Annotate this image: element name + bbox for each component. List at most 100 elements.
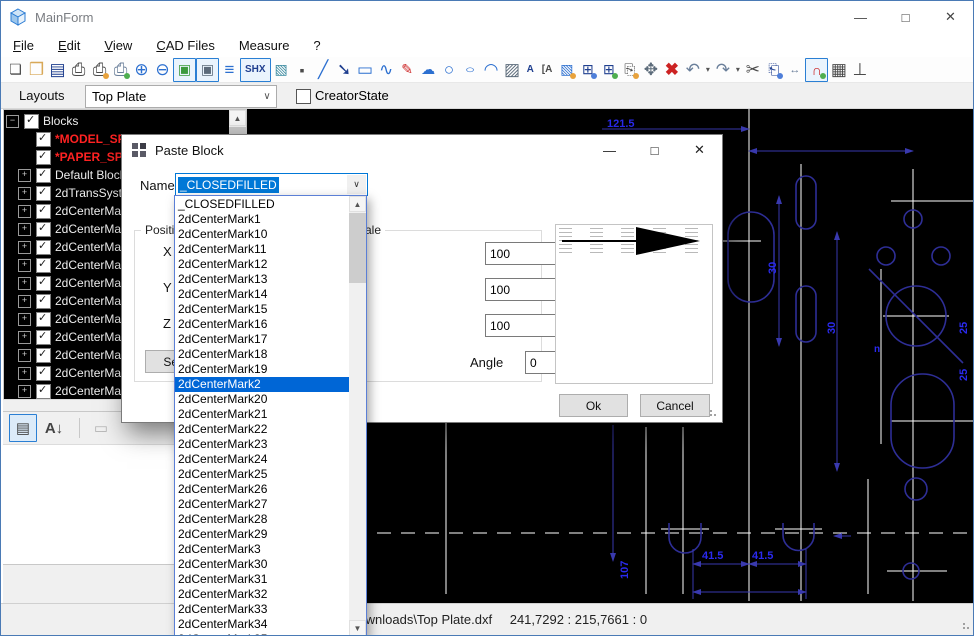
delete-icon[interactable]: ✖ — [661, 59, 682, 81]
polyline-tool-icon[interactable]: ∿ — [376, 59, 397, 81]
rectangle-tool-icon[interactable]: ▭ — [355, 59, 376, 81]
save-icon[interactable]: ▤ — [47, 59, 68, 81]
checkbox-icon[interactable] — [36, 276, 51, 291]
menu-item[interactable]: Edit — [46, 35, 92, 56]
point-style-icon[interactable]: ▪ — [292, 59, 313, 81]
checkbox-icon[interactable] — [36, 204, 51, 219]
circle-tool-icon[interactable]: ○ — [439, 59, 460, 81]
arrow-line-tool-icon[interactable]: ➘ — [334, 59, 355, 81]
expand-icon[interactable]: + — [18, 385, 31, 398]
dropdown-scrollbar[interactable]: ▲ ▼ — [349, 196, 366, 636]
dropdown-item[interactable]: 2dCenterMark14 — [175, 287, 349, 302]
minimize-button[interactable]: — — [838, 1, 883, 33]
ellipse-tool-icon[interactable]: ○ — [460, 63, 481, 77]
resize-grip[interactable] — [962, 622, 972, 632]
dropdown-item[interactable]: 2dCenterMark16 — [175, 317, 349, 332]
dropdown-item[interactable]: 2dCenterMark13 — [175, 272, 349, 287]
checkbox-icon[interactable] — [36, 330, 51, 345]
checkbox-icon[interactable] — [36, 384, 51, 399]
redo-icon[interactable]: ↷ — [712, 59, 733, 81]
dropdown-item[interactable]: _CLOSEDFILLED — [175, 197, 349, 212]
image-settings-icon[interactable]: ▧ — [556, 59, 577, 81]
sketch-tool-icon[interactable]: ✎ — [397, 59, 418, 81]
sort-az-icon[interactable]: A↓ — [37, 415, 71, 441]
open-file-icon[interactable]: ❒ — [26, 59, 47, 81]
image-icon[interactable]: ▧ — [271, 59, 292, 81]
expand-icon[interactable]: + — [18, 367, 31, 380]
checkbox-icon[interactable] — [36, 132, 51, 147]
expand-icon[interactable]: + — [18, 223, 31, 236]
dialog-minimize-button[interactable]: — — [587, 135, 632, 165]
dropdown-item[interactable]: 2dCenterMark20 — [175, 392, 349, 407]
undo-caret-icon[interactable]: ▾ — [703, 59, 712, 81]
menu-item[interactable]: ? — [301, 35, 332, 56]
maximize-button[interactable]: □ — [883, 1, 928, 33]
dropdown-item[interactable]: 2dCenterMark23 — [175, 437, 349, 452]
menu-item[interactable]: View — [92, 35, 144, 56]
checkbox-icon[interactable] — [36, 186, 51, 201]
expand-icon[interactable]: + — [18, 295, 31, 308]
dimension-icon[interactable]: ↔ — [784, 59, 805, 81]
checkbox-icon[interactable] — [36, 294, 51, 309]
dropdown-item[interactable]: 2dCenterMark18 — [175, 347, 349, 362]
dropdown-item[interactable]: 2dCenterMark24 — [175, 452, 349, 467]
zoom-in-icon[interactable]: ⊕ — [131, 59, 152, 81]
dropdown-item[interactable]: 2dCenterMark22 — [175, 422, 349, 437]
ok-button[interactable]: Ok — [559, 394, 628, 417]
categorized-icon[interactable]: ▤ — [9, 414, 37, 442]
menu-item[interactable]: Measure — [227, 35, 302, 56]
checkbox-icon[interactable] — [36, 258, 51, 273]
undo-icon[interactable]: ↶ — [682, 59, 703, 81]
checkbox-icon[interactable] — [36, 312, 51, 327]
dropdown-item[interactable]: 2dCenterMark21 — [175, 407, 349, 422]
dropdown-item[interactable]: 2dCenterMark32 — [175, 587, 349, 602]
dropdown-item[interactable]: 2dCenterMark26 — [175, 482, 349, 497]
block-import-icon[interactable]: ⊞ — [598, 59, 619, 81]
checkbox-icon[interactable] — [36, 240, 51, 255]
chevron-down-icon[interactable]: ∨ — [347, 175, 366, 194]
cut-icon[interactable]: ✂ — [742, 59, 763, 81]
cancel-button[interactable]: Cancel — [640, 394, 710, 417]
layout-select[interactable]: Top Plate ∨ — [85, 85, 277, 108]
checkbox-icon[interactable] — [36, 150, 51, 165]
expand-icon[interactable]: + — [18, 205, 31, 218]
image-frame-toggle-icon[interactable]: ▣ — [173, 58, 196, 82]
hatch-tool-icon[interactable]: ▨ — [502, 59, 523, 81]
text-edit-tool-icon[interactable]: [A — [538, 59, 557, 81]
dialog-maximize-button[interactable]: □ — [632, 135, 677, 165]
dropdown-item[interactable]: 2dCenterMark27 — [175, 497, 349, 512]
cloud-tool-icon[interactable]: ☁ — [418, 59, 439, 81]
dropdown-item[interactable]: 2dCenterMark29 — [175, 527, 349, 542]
perpendicular-icon[interactable]: ⊥ — [849, 59, 870, 81]
dropdown-item[interactable]: 2dCenterMark25 — [175, 467, 349, 482]
dropdown-item[interactable]: 2dCenterMark19 — [175, 362, 349, 377]
scroll-down-icon[interactable]: ▼ — [349, 620, 366, 636]
expand-icon[interactable]: + — [18, 313, 31, 326]
layers-icon[interactable]: ≡ — [219, 59, 240, 81]
paste-block-icon[interactable]: ⎘ — [619, 59, 640, 81]
zoom-out-icon[interactable]: ⊖ — [152, 59, 173, 81]
dropdown-item[interactable]: 2dCenterMark11 — [175, 242, 349, 257]
tree-root-blocks[interactable]: − Blocks — [4, 112, 229, 130]
snap-magnet-icon[interactable]: ∩ — [805, 58, 828, 82]
dropdown-item[interactable]: 2dCenterMark31 — [175, 572, 349, 587]
print-icon[interactable]: ⎙ — [68, 59, 89, 81]
menu-item[interactable]: CAD Files — [144, 35, 227, 56]
dropdown-item[interactable]: 2dCenterMark30 — [175, 557, 349, 572]
dialog-close-button[interactable]: ✕ — [677, 135, 722, 165]
checkbox-icon[interactable] — [36, 366, 51, 381]
separator[interactable] — [79, 418, 80, 438]
background-toggle-icon[interactable]: ▣ — [196, 58, 219, 82]
property-pages-icon[interactable]: ▭ — [88, 415, 114, 441]
paste-special-icon[interactable]: ⎗ — [763, 59, 784, 81]
plot-icon[interactable]: ⎙ — [110, 59, 131, 81]
close-button[interactable]: ✕ — [928, 1, 973, 33]
collapse-icon[interactable]: − — [6, 115, 19, 128]
shx-fonts-button[interactable]: SHX — [240, 58, 271, 82]
checkbox-icon[interactable] — [24, 114, 39, 129]
checkbox-icon[interactable] — [36, 222, 51, 237]
block-name-combobox[interactable]: _CLOSEDFILLED ∨ — [175, 173, 368, 196]
scroll-up-icon[interactable]: ▲ — [229, 110, 246, 126]
dropdown-item[interactable]: 2dCenterMark3 — [175, 542, 349, 557]
expand-icon[interactable]: + — [18, 169, 31, 182]
